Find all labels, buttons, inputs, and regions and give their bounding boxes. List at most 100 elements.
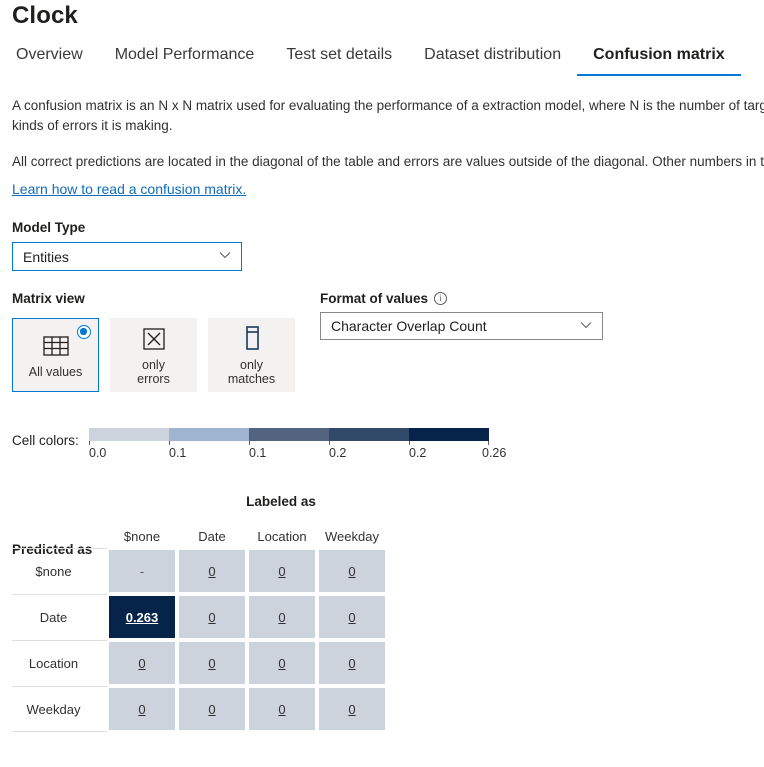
confusion-matrix-page: Clock Overview Model Performance Test se…	[0, 0, 764, 767]
tab-bar: Overview Model Performance Test set deta…	[12, 45, 741, 76]
tab-dataset-distribution[interactable]: Dataset distribution	[408, 45, 577, 76]
matrix-col-header-2: Location	[257, 528, 307, 544]
matrix-cell-value-2-2[interactable]: 0	[278, 656, 285, 671]
table-row: Location 0 0 0 0	[12, 640, 387, 686]
matrix-cell-1-0[interactable]: 0.263	[107, 594, 177, 640]
matrix-col-header-0: $none	[123, 528, 161, 544]
table-icon	[41, 331, 71, 361]
matrix-row-header-2: Location	[12, 640, 107, 686]
format-of-values-value: Character Overlap Count	[331, 318, 487, 334]
matrix-cell-value-3-0[interactable]: 0	[138, 702, 145, 717]
model-type-label: Model Type	[12, 220, 86, 235]
column-icon	[242, 324, 262, 354]
tab-model-performance[interactable]: Model Performance	[99, 45, 271, 76]
cell-colors-tick-4: 0.2	[409, 446, 427, 460]
matrix-row-header-3: Weekday	[12, 686, 107, 732]
table-row: $none - 0 0 0	[12, 548, 387, 594]
matrix-cell-0-0[interactable]: -	[107, 548, 177, 594]
color-swatch-3	[249, 428, 329, 441]
color-swatch-1	[89, 428, 169, 441]
confusion-matrix-table: $none Date Location Weekday $none - 0 0 …	[12, 524, 387, 732]
cell-colors-tick-3: 0.2	[329, 446, 347, 460]
tab-test-set-details[interactable]: Test set details	[270, 45, 408, 76]
description-block: A confusion matrix is an N x N matrix us…	[12, 96, 764, 172]
chevron-down-icon	[580, 321, 592, 332]
matrix-col-header-1: Date	[198, 528, 226, 544]
matrix-view-caption-all-values: All values	[28, 365, 83, 379]
matrix-body: $none - 0 0 0 Date 0.263 0 0 0 Location …	[12, 548, 387, 732]
matrix-cell-2-0[interactable]: 0	[107, 640, 177, 686]
matrix-corner-cell	[12, 524, 107, 548]
matrix-cell-0-1[interactable]: 0	[177, 548, 247, 594]
only-matches-line1: only	[240, 358, 263, 372]
matrix-cell-value-0-3[interactable]: 0	[348, 564, 355, 579]
matrix-view-option-only-errors[interactable]: only errors	[110, 318, 197, 392]
chevron-down-glyph	[219, 252, 231, 259]
table-row: Weekday 0 0 0 0	[12, 686, 387, 732]
matrix-col-header-3: Weekday	[325, 528, 379, 544]
matrix-cell-value-1-1[interactable]: 0	[208, 610, 215, 625]
only-errors-line2: errors	[137, 372, 170, 386]
matrix-cell-value-0-0: -	[139, 563, 145, 579]
format-of-values-dropdown[interactable]: Character Overlap Count	[320, 312, 603, 340]
learn-how-to-read-link[interactable]: Learn how to read a confusion matrix.	[12, 181, 246, 197]
info-icon[interactable]: i	[434, 292, 448, 305]
model-type-value: Entities	[23, 248, 69, 265]
matrix-header-row: $none Date Location Weekday	[12, 524, 387, 548]
matrix-cell-2-1[interactable]: 0	[177, 640, 247, 686]
page-title: Clock	[12, 2, 78, 29]
format-of-values-label-group: Format of values i	[320, 291, 448, 306]
only-matches-line2: matches	[227, 372, 276, 386]
matrix-view-option-all-values[interactable]: All values	[12, 318, 99, 392]
matrix-cell-2-2[interactable]: 0	[247, 640, 317, 686]
matrix-view-radio-group: All values only errors only matches	[12, 318, 295, 392]
matrix-cell-value-0-2[interactable]: 0	[278, 564, 285, 579]
matrix-cell-value-2-1[interactable]: 0	[208, 656, 215, 671]
description-paragraph-1: A confusion matrix is an N x N matrix us…	[12, 98, 764, 133]
matrix-cell-3-1[interactable]: 0	[177, 686, 247, 732]
matrix-cell-1-2[interactable]: 0	[247, 594, 317, 640]
color-swatch-4	[329, 428, 409, 441]
matrix-row-header-0: $none	[12, 548, 107, 594]
matrix-cell-value-2-0[interactable]: 0	[138, 656, 145, 671]
cell-colors-tick-5: 0.26	[482, 446, 507, 460]
matrix-cell-value-2-3[interactable]: 0	[348, 656, 355, 671]
chevron-down-glyph	[580, 321, 592, 328]
matrix-cell-0-2[interactable]: 0	[247, 548, 317, 594]
matrix-cell-2-3[interactable]: 0	[317, 640, 387, 686]
matrix-cell-1-3[interactable]: 0	[317, 594, 387, 640]
matrix-cell-3-2[interactable]: 0	[247, 686, 317, 732]
table-row: Date 0.263 0 0 0	[12, 594, 387, 640]
only-errors-line1: only	[142, 358, 165, 372]
format-of-values-label: Format of values	[320, 291, 429, 306]
chevron-down-icon	[219, 251, 231, 262]
matrix-cell-value-1-3[interactable]: 0	[348, 610, 355, 625]
matrix-view-option-only-matches[interactable]: only matches	[208, 318, 295, 392]
matrix-view-caption-only-matches: only matches	[228, 358, 275, 386]
matrix-row-header-1: Date	[12, 594, 107, 640]
cell-colors-tick-2: 0.1	[249, 446, 267, 460]
matrix-cell-value-3-3[interactable]: 0	[348, 702, 355, 717]
tab-confusion-matrix[interactable]: Confusion matrix	[577, 45, 741, 76]
matrix-view-caption-only-errors: only errors	[137, 358, 170, 386]
matrix-cell-3-3[interactable]: 0	[317, 686, 387, 732]
matrix-cell-value-3-1[interactable]: 0	[208, 702, 215, 717]
model-type-dropdown[interactable]: Entities	[12, 242, 242, 271]
matrix-cell-value-0-1[interactable]: 0	[208, 564, 215, 579]
cell-colors-tick-0: 0.0	[89, 446, 107, 460]
matrix-cell-3-0[interactable]: 0	[107, 686, 177, 732]
matrix-cell-0-3[interactable]: 0	[317, 548, 387, 594]
matrix-cell-value-1-2[interactable]: 0	[278, 610, 285, 625]
matrix-view-label: Matrix view	[12, 291, 85, 306]
matrix-cell-value-3-2[interactable]: 0	[278, 702, 285, 717]
matrix-cell-1-1[interactable]: 0	[177, 594, 247, 640]
radio-selected-icon[interactable]	[77, 325, 91, 339]
matrix-cell-value-1-0[interactable]: 0.263	[126, 610, 159, 625]
cell-colors-tick-1: 0.1	[169, 446, 187, 460]
matrix-header: $none Date Location Weekday	[12, 524, 387, 548]
color-swatch-2	[169, 428, 249, 441]
labeled-as-axis-title: Labeled as	[246, 494, 316, 509]
x-box-icon	[140, 324, 168, 354]
tab-overview[interactable]: Overview	[12, 45, 99, 76]
color-swatch-5	[409, 428, 489, 441]
